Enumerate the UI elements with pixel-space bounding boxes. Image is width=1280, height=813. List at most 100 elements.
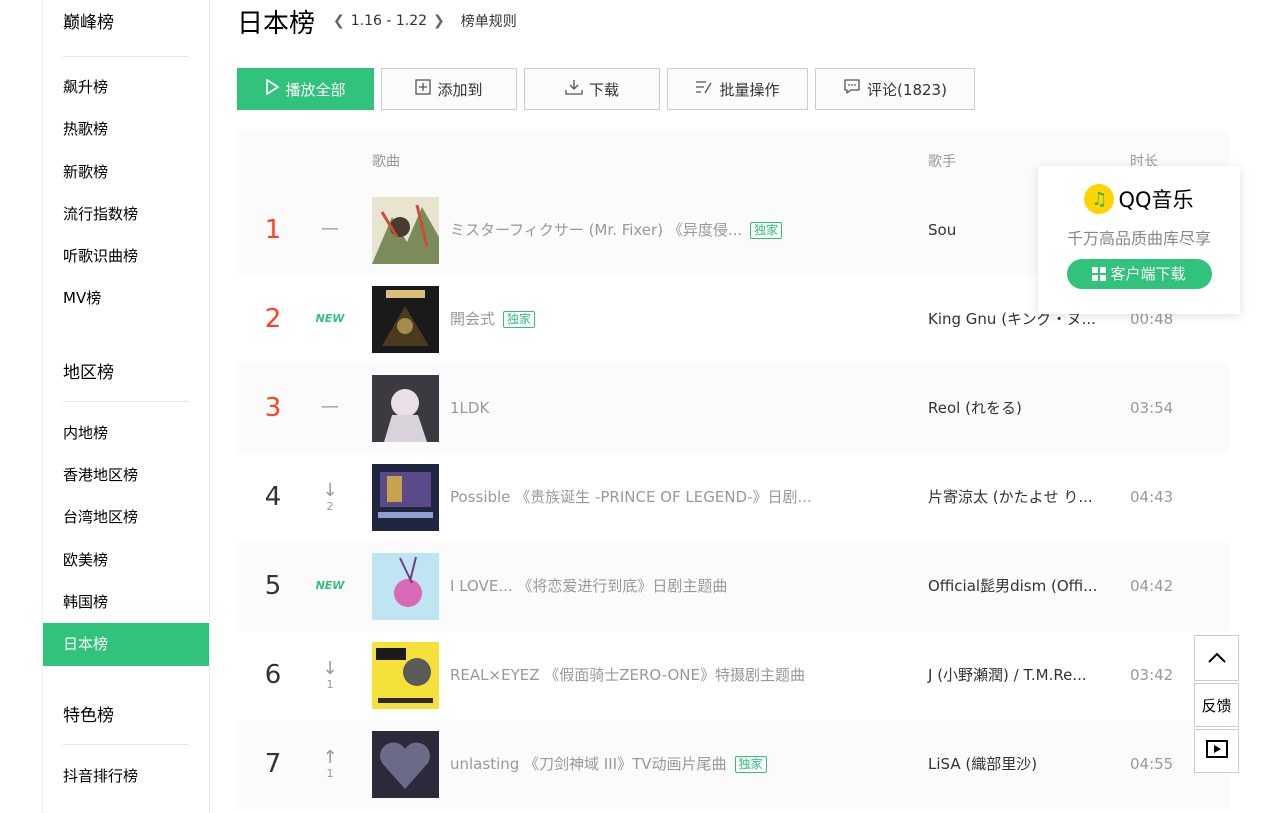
feedback-button[interactable]: 反馈 [1194, 683, 1239, 727]
trend-indicator: ↓ 2 [315, 453, 345, 542]
song-title-text: REAL×EYEZ 《假面骑士ZERO-ONE》特摄剧主题曲 [450, 666, 805, 684]
sidebar-item-mv[interactable]: MV榜 [43, 277, 209, 319]
trend-up-icon: ↑ [322, 747, 338, 768]
comment-icon [843, 79, 861, 99]
batch-operation-button[interactable]: 批量操作 [667, 68, 808, 110]
artist-name[interactable]: Official髭男dism (Offi... [928, 542, 1097, 631]
comments-button[interactable]: 评论(1823) [815, 68, 975, 110]
artist-name[interactable]: LiSA (織部里沙) [928, 720, 1037, 809]
artist-name[interactable]: J (小野瀬潤) / T.M.Re... [928, 631, 1087, 720]
prev-period-icon[interactable]: ❮ [333, 13, 345, 29]
trend-change: 1 [326, 767, 334, 780]
artist-name[interactable]: Reol (れをる) [928, 364, 1022, 453]
player-button[interactable] [1194, 729, 1239, 773]
rank-number: 6 [264, 660, 282, 690]
comments-label: 评论(1823) [867, 80, 947, 99]
period-text: 1.16 - 1.22 [350, 13, 428, 29]
song-title-text: ミスターフィクサー (Mr. Fixer) 《异度侵... [450, 221, 743, 239]
period-selector: ❮ 1.16 - 1.22 ❯ [333, 13, 445, 29]
song-title[interactable]: unlasting 《刀剑神域 III》TV动画片尾曲 独家 [450, 720, 767, 809]
album-cover[interactable] [372, 642, 439, 709]
trend-indicator: NEW [315, 275, 345, 364]
sidebar-item-hot[interactable]: 热歌榜 [43, 108, 209, 150]
rank-number: 4 [264, 482, 282, 512]
sidebar-item-soaring[interactable]: 飙升榜 [43, 66, 209, 108]
add-icon [415, 79, 432, 99]
song-title[interactable]: 1LDK [450, 364, 489, 453]
add-to-button[interactable]: 添加到 [381, 68, 517, 110]
chevron-up-icon [1207, 649, 1227, 668]
column-header-song: 歌曲 [372, 154, 400, 170]
trend-indicator: ↑ 1 [315, 720, 345, 809]
album-cover[interactable] [372, 375, 439, 442]
album-cover[interactable] [372, 553, 439, 620]
song-title[interactable]: Possible 《贵族诞生 -PRINCE OF LEGEND-》日剧... [450, 453, 812, 542]
duration: 04:55 [1130, 755, 1174, 773]
table-row[interactable]: 6 ↓ 1 REAL×EYEZ 《假面骑士ZERO-ONE》特摄剧主题曲 J (小… [237, 631, 1229, 720]
song-title-text: Possible 《贵族诞生 -PRINCE OF LEGEND-》日剧... [450, 488, 812, 506]
trend-indicator: NEW [315, 542, 345, 631]
duration: 03:54 [1130, 399, 1174, 417]
qq-music-logo: ♫ QQ音乐 [1038, 184, 1240, 214]
sidebar-item-japan[interactable]: 日本榜 [43, 623, 209, 666]
table-row[interactable]: 3 — 1LDK Reol (れをる) 03:54 [237, 364, 1229, 453]
next-period-icon[interactable]: ❯ [433, 13, 445, 29]
trend-flat-icon: — [321, 396, 339, 417]
sidebar-item-taiwan[interactable]: 台湾地区榜 [43, 496, 209, 538]
back-to-top-button[interactable] [1194, 635, 1239, 681]
song-title[interactable]: REAL×EYEZ 《假面骑士ZERO-ONE》特摄剧主题曲 [450, 631, 805, 720]
page-title: 日本榜 [237, 8, 316, 39]
exclusive-badge: 独家 [734, 756, 767, 773]
sidebar-item-hongkong[interactable]: 香港地区榜 [43, 454, 209, 496]
sidebar-item-douyin[interactable]: 抖音排行榜 [43, 755, 209, 797]
sidebar-item-song-recognition[interactable]: 听歌识曲榜 [43, 235, 209, 277]
song-title-text: I LOVE... 《将恋爱进行到底》日剧主题曲 [450, 577, 728, 595]
trend-down-icon: ↓ [322, 480, 338, 501]
chart-rules-link[interactable]: 榜单规则 [461, 11, 517, 31]
music-note-icon: ♫ [1084, 184, 1115, 214]
windows-icon [1092, 261, 1107, 291]
album-cover[interactable] [372, 464, 439, 531]
album-cover[interactable] [372, 286, 439, 353]
exclusive-badge: 独家 [503, 311, 536, 328]
client-download-label: 客户端下载 [1110, 265, 1186, 283]
column-header-artist: 歌手 [928, 154, 956, 170]
song-title[interactable]: ミスターフィクサー (Mr. Fixer) 《异度侵... 独家 [450, 186, 783, 275]
sidebar-item-korea[interactable]: 韩国榜 [43, 581, 209, 623]
trend-change: 1 [326, 678, 334, 691]
duration: 04:43 [1130, 488, 1174, 506]
title-row: 日本榜 ❮ 1.16 - 1.22 ❯ 榜单规则 [237, 3, 517, 39]
download-button[interactable]: 下载 [524, 68, 660, 110]
table-row[interactable]: 5 NEW I LOVE... 《将恋爱进行到底》日剧主题曲 Official髭… [237, 542, 1229, 631]
rank-number: 7 [264, 749, 282, 779]
sidebar-item-new[interactable]: 新歌榜 [43, 151, 209, 193]
album-cover[interactable] [372, 731, 439, 798]
trend-flat-icon: — [321, 218, 339, 239]
artist-name[interactable]: 片寄涼太 (かたよせ り... [928, 453, 1093, 542]
table-row[interactable]: 4 ↓ 2 Possible 《贵族诞生 -PRINCE OF LEGEND-》日… [237, 453, 1229, 542]
song-title[interactable]: I LOVE... 《将恋爱进行到底》日剧主题曲 [450, 542, 727, 631]
artist-name[interactable]: Sou [928, 186, 956, 275]
trend-indicator: — [315, 186, 345, 275]
song-title[interactable]: 開会式 独家 [450, 275, 536, 364]
sidebar-item-western[interactable]: 欧美榜 [43, 539, 209, 581]
table-row[interactable]: 7 ↑ 1 unlasting 《刀剑神域 III》TV动画片尾曲 独家 LiSA … [237, 720, 1229, 809]
sidebar-group-region: 地区榜 [63, 362, 114, 383]
play-box-icon [1205, 740, 1228, 762]
trend-down-icon: ↓ [322, 658, 338, 679]
client-download-button[interactable]: 客户端下载 [1066, 259, 1212, 291]
trend-new-badge: NEW [315, 579, 345, 592]
exclusive-badge: 独家 [750, 222, 783, 239]
play-all-button[interactable]: 播放全部 [237, 68, 374, 110]
rank-number: 5 [264, 571, 282, 601]
album-cover[interactable] [372, 197, 439, 264]
song-title-text: 1LDK [450, 399, 490, 417]
sidebar-item-popularity[interactable]: 流行指数榜 [43, 193, 209, 235]
duration: 03:42 [1130, 666, 1174, 684]
sidebar-item-mainland[interactable]: 内地榜 [43, 412, 209, 454]
song-title-text: unlasting 《刀剑神域 III》TV动画片尾曲 [450, 755, 727, 773]
batch-edit-icon [695, 79, 713, 99]
trend-indicator: — [315, 364, 345, 453]
download-label: 下载 [588, 80, 619, 99]
song-title-text: 開会式 [450, 310, 496, 328]
